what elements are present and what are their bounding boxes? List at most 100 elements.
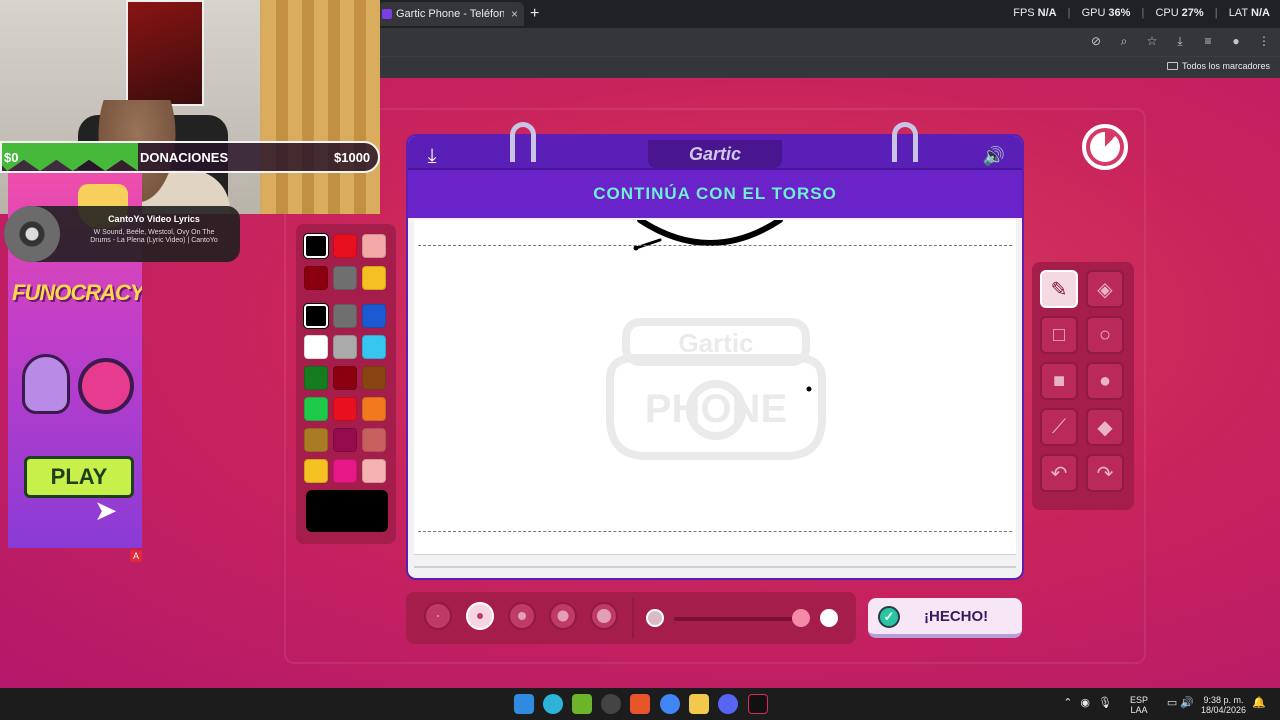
- language-indicator[interactable]: ESP LAA: [1130, 695, 1148, 715]
- color-swatch[interactable]: [333, 304, 357, 328]
- eraser-tool-button[interactable]: ◈: [1086, 270, 1124, 308]
- color-swatch[interactable]: [362, 266, 386, 290]
- browser-tab-gartic[interactable]: Gartic Phone - Teléfono Descon ×: [378, 2, 524, 26]
- donation-progress-fill: [2, 143, 138, 171]
- brush-size-4-button[interactable]: [549, 602, 577, 630]
- mute-site-icon[interactable]: ⊘: [1088, 34, 1104, 49]
- chrome-icon[interactable]: [660, 694, 680, 714]
- brush-size-5-button[interactable]: [590, 602, 618, 630]
- color-swatch[interactable]: [304, 234, 328, 258]
- circle-filled-icon: ●: [1098, 369, 1112, 392]
- media-controls-icon[interactable]: ≡: [1200, 34, 1216, 49]
- drawing-canvas[interactable]: Gartic PHONE: [414, 220, 1016, 554]
- fill-bucket-tool-button[interactable]: ◆: [1086, 408, 1124, 446]
- download-icon[interactable]: ⤓: [420, 144, 444, 168]
- app-tray-icon[interactable]: ◉: [1080, 696, 1090, 709]
- divider: |: [1067, 7, 1071, 19]
- color-swatch[interactable]: [362, 366, 386, 390]
- opacity-slider[interactable]: [674, 617, 800, 621]
- brush-size-dot: [477, 613, 483, 619]
- color-swatch[interactable]: [362, 234, 386, 258]
- discord-icon[interactable]: [718, 694, 738, 714]
- all-bookmarks-button[interactable]: Todos los marcadores: [1166, 61, 1270, 71]
- webcam-curtain: [262, 0, 380, 214]
- color-swatch[interactable]: [333, 397, 357, 421]
- clock[interactable]: 9:38 p. m. 18/04/2026: [1201, 695, 1246, 715]
- bookmark-star-icon[interactable]: ☆: [1144, 34, 1160, 49]
- file-explorer-icon[interactable]: [689, 694, 709, 714]
- now-playing-subtitle: W Sound, Beéle, Westcol, Ovy On The Drum…: [90, 229, 218, 244]
- color-swatch[interactable]: [304, 266, 328, 290]
- microphone-icon[interactable]: 🎙: [1098, 696, 1112, 709]
- color-swatch[interactable]: [333, 335, 357, 359]
- color-swatch[interactable]: [304, 335, 328, 359]
- profile-avatar-icon[interactable]: ●: [1228, 34, 1244, 49]
- gartic-phone-watermark: Gartic PHONE: [606, 318, 826, 460]
- color-palette: [296, 224, 396, 544]
- ad-play-button[interactable]: PLAY: [24, 456, 134, 498]
- chevron-up-icon[interactable]: ⌃: [1063, 696, 1072, 709]
- rectangle-fill-tool-button[interactable]: ■: [1040, 362, 1078, 400]
- zoom-icon[interactable]: ⌕: [1116, 34, 1132, 49]
- network-volume-icons[interactable]: ▭ 🔊: [1167, 696, 1194, 709]
- undo-icon: ↶: [1050, 462, 1068, 485]
- pencil-tool-button[interactable]: ✎: [1040, 270, 1078, 308]
- circle-outline-icon: ○: [1098, 323, 1112, 346]
- color-swatch[interactable]: [333, 428, 357, 452]
- redo-button[interactable]: ↷: [1086, 454, 1124, 492]
- close-tab-icon[interactable]: ×: [511, 2, 518, 26]
- color-swatch[interactable]: [304, 366, 328, 390]
- language-code: ESP: [1129, 695, 1148, 705]
- color-swatch[interactable]: [304, 428, 328, 452]
- notification-icon[interactable]: 🔔: [1252, 696, 1266, 709]
- edge-icon[interactable]: [543, 694, 563, 714]
- rectangle-outline-tool-button[interactable]: □: [1040, 316, 1078, 354]
- color-swatch[interactable]: [304, 459, 328, 483]
- brush-size-3-button[interactable]: [508, 602, 536, 630]
- new-tab-button[interactable]: +: [530, 4, 539, 24]
- color-swatch[interactable]: [362, 459, 386, 483]
- opacity-min-icon: [646, 609, 664, 627]
- nvidia-icon[interactable]: [572, 694, 592, 714]
- color-swatch[interactable]: [362, 335, 386, 359]
- binder-ring-left: [510, 122, 536, 162]
- speaker-icon[interactable]: 🔊: [980, 144, 1008, 168]
- windows-start-icon[interactable]: [514, 694, 534, 714]
- panel-divider: [632, 598, 634, 638]
- color-swatch[interactable]: [362, 397, 386, 421]
- divider: |: [1141, 7, 1145, 19]
- settings-icon[interactable]: [601, 694, 621, 714]
- sketchbook-pages: [414, 554, 1016, 568]
- donation-max: $1000: [334, 150, 371, 165]
- ellipse-fill-tool-button[interactable]: ●: [1086, 362, 1124, 400]
- color-swatch[interactable]: [333, 366, 357, 390]
- color-swatch[interactable]: [333, 266, 357, 290]
- brush-size-dot: [597, 609, 611, 623]
- divider: |: [1214, 7, 1218, 19]
- app-icon[interactable]: [630, 694, 650, 714]
- ad-character-icon: [22, 354, 70, 414]
- opacity-slider-handle[interactable]: [792, 609, 810, 627]
- tiktok-icon[interactable]: [748, 694, 768, 714]
- color-swatch[interactable]: [304, 304, 328, 328]
- menu-kebab-icon[interactable]: ⋮: [1256, 34, 1272, 49]
- color-swatch[interactable]: [333, 459, 357, 483]
- windows-taskbar: ⌃ ◉ 🎙 ESP LAA ▭ 🔊 9:38 p. m. 18/04/2026 …: [0, 688, 1280, 720]
- color-swatch[interactable]: [362, 304, 386, 328]
- donation-label: DONACIONES: [140, 150, 229, 165]
- ellipse-outline-tool-button[interactable]: ○: [1086, 316, 1124, 354]
- fps-label: FPS: [1013, 7, 1035, 19]
- color-swatch[interactable]: [333, 234, 357, 258]
- download-icon[interactable]: ⤓: [1172, 34, 1188, 49]
- line-tool-button[interactable]: ⟋: [1040, 408, 1078, 446]
- color-swatch[interactable]: [304, 397, 328, 421]
- done-button[interactable]: ✓ ¡HECHO!: [868, 598, 1022, 638]
- folder-icon: [1166, 62, 1178, 70]
- color-swatch[interactable]: [362, 428, 386, 452]
- undo-button[interactable]: ↶: [1040, 454, 1078, 492]
- brush-size-2-button[interactable]: [466, 602, 494, 630]
- tray-icons: ⌃ ◉ 🎙: [1063, 696, 1112, 709]
- square-outline-icon: □: [1052, 323, 1066, 346]
- brush-size-1-button[interactable]: [424, 602, 452, 630]
- bottom-guide-line: [418, 531, 1012, 532]
